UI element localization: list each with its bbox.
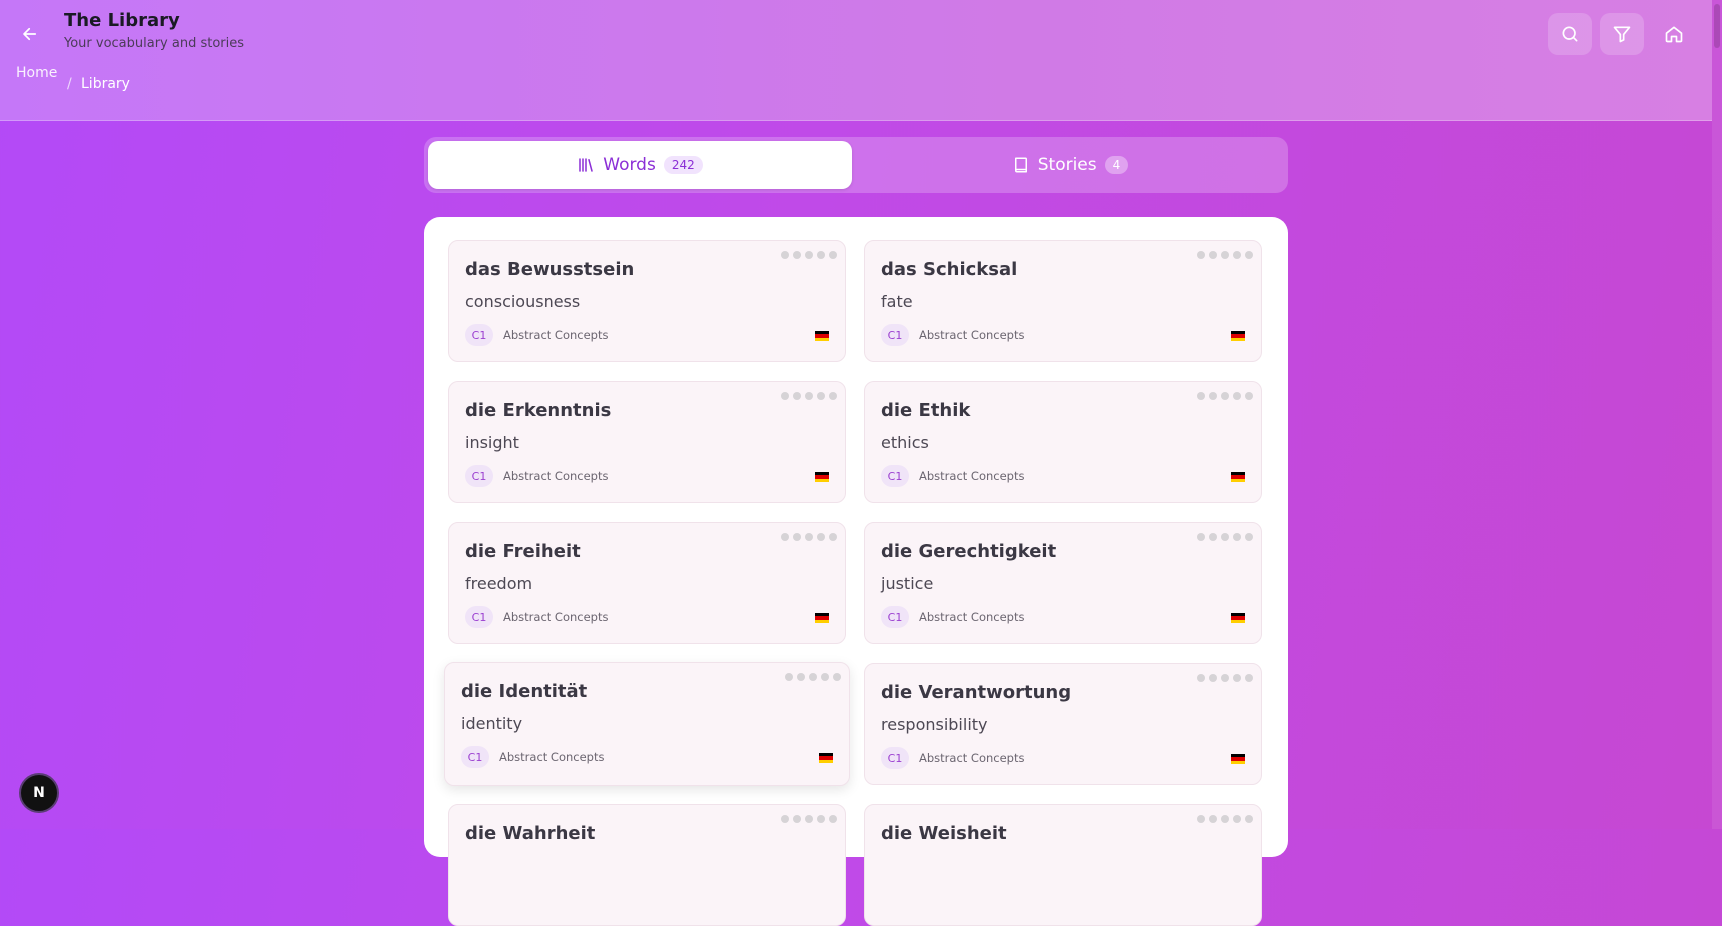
category-label: Abstract Concepts bbox=[919, 469, 1025, 483]
page-title: The Library bbox=[64, 10, 180, 31]
level-badge: C1 bbox=[881, 465, 909, 487]
mastery-dots bbox=[781, 251, 837, 259]
word-card[interactable]: die Ethik ethics C1 Abstract Concepts bbox=[864, 381, 1262, 503]
filter-icon bbox=[1613, 26, 1631, 43]
word-text: die Wahrheit bbox=[465, 823, 596, 844]
word-translation: identity bbox=[461, 714, 523, 733]
library-icon bbox=[579, 158, 594, 172]
word-text: das Bewusstsein bbox=[465, 259, 635, 280]
back-button[interactable] bbox=[16, 20, 44, 48]
category-label: Abstract Concepts bbox=[503, 328, 609, 342]
level-badge: C1 bbox=[465, 465, 493, 487]
tab-stories[interactable]: Stories 4 bbox=[856, 141, 1284, 189]
mastery-dots bbox=[781, 815, 837, 823]
category-label: Abstract Concepts bbox=[503, 469, 609, 483]
german-flag-icon bbox=[815, 331, 829, 341]
word-text: die Identität bbox=[461, 681, 588, 702]
word-translation: fate bbox=[881, 292, 913, 311]
category-label: Abstract Concepts bbox=[919, 610, 1025, 624]
word-translation: justice bbox=[881, 574, 934, 593]
stories-count-badge: 4 bbox=[1104, 156, 1129, 174]
category-label: Abstract Concepts bbox=[499, 750, 605, 764]
word-card[interactable]: die Gerechtigkeit justice C1 Abstract Co… bbox=[864, 522, 1262, 644]
word-text: das Schicksal bbox=[881, 259, 1018, 280]
german-flag-icon bbox=[1231, 754, 1245, 764]
mastery-dots bbox=[1197, 674, 1253, 682]
word-card[interactable]: das Bewusstsein consciousness C1 Abstrac… bbox=[448, 240, 846, 362]
category-label: Abstract Concepts bbox=[503, 610, 609, 624]
word-list-panel: das Bewusstsein consciousness C1 Abstrac… bbox=[424, 217, 1288, 926]
word-card[interactable]: die Verantwortung responsibility C1 Abst… bbox=[864, 663, 1262, 785]
word-card[interactable]: die Weisheit bbox=[864, 804, 1262, 926]
arrow-left-icon bbox=[23, 27, 37, 41]
german-flag-icon bbox=[1231, 613, 1245, 623]
tab-words[interactable]: Words 242 bbox=[428, 141, 852, 189]
mastery-dots bbox=[1197, 533, 1253, 541]
mastery-dots bbox=[781, 392, 837, 400]
home-button[interactable] bbox=[1652, 13, 1696, 55]
word-card[interactable]: das Schicksal fate C1 Abstract Concepts bbox=[864, 240, 1262, 362]
search-icon bbox=[1562, 26, 1578, 42]
word-card[interactable]: die Identität identity C1 Abstract Conce… bbox=[444, 662, 850, 786]
library-tabs: Words 242 Stories 4 bbox=[424, 137, 1288, 193]
category-label: Abstract Concepts bbox=[919, 328, 1025, 342]
word-text: die Erkenntnis bbox=[465, 400, 612, 421]
breadcrumb-separator: / bbox=[67, 76, 72, 92]
page-subtitle: Your vocabulary and stories bbox=[64, 36, 245, 51]
word-card[interactable]: die Wahrheit bbox=[448, 804, 846, 926]
mastery-dots bbox=[1197, 815, 1253, 823]
book-icon bbox=[1014, 157, 1027, 173]
mastery-dots bbox=[1197, 251, 1253, 259]
german-flag-icon bbox=[1231, 472, 1245, 482]
level-badge: C1 bbox=[881, 606, 909, 628]
breadcrumb-home[interactable]: Home bbox=[16, 65, 57, 81]
word-text: die Weisheit bbox=[881, 823, 1007, 844]
german-flag-icon bbox=[1231, 331, 1245, 341]
level-badge: C1 bbox=[465, 606, 493, 628]
german-flag-icon bbox=[815, 472, 829, 482]
scrollbar[interactable] bbox=[1712, 0, 1722, 829]
word-translation: ethics bbox=[881, 433, 929, 452]
german-flag-icon bbox=[815, 613, 829, 623]
mastery-dots bbox=[781, 533, 837, 541]
word-card[interactable]: die Erkenntnis insight C1 Abstract Conce… bbox=[448, 381, 846, 503]
category-label: Abstract Concepts bbox=[919, 751, 1025, 765]
level-badge: C1 bbox=[881, 747, 909, 769]
word-translation: consciousness bbox=[465, 292, 581, 311]
tab-words-label: Words bbox=[603, 155, 656, 175]
word-translation: responsibility bbox=[881, 715, 988, 734]
level-badge: C1 bbox=[465, 324, 493, 346]
german-flag-icon bbox=[819, 753, 833, 763]
home-icon bbox=[1665, 26, 1683, 43]
tab-stories-label: Stories bbox=[1037, 155, 1097, 175]
level-badge: C1 bbox=[461, 746, 489, 768]
words-count-badge: 242 bbox=[663, 156, 703, 174]
mastery-dots bbox=[785, 673, 841, 681]
word-text: die Verantwortung bbox=[881, 682, 1072, 703]
word-card[interactable]: die Freiheit freedom C1 Abstract Concept… bbox=[448, 522, 846, 644]
search-button[interactable] bbox=[1548, 13, 1592, 55]
word-translation: freedom bbox=[465, 574, 533, 593]
word-translation: insight bbox=[465, 433, 519, 452]
mastery-dots bbox=[1197, 392, 1253, 400]
scrollbar-thumb[interactable] bbox=[1714, 4, 1720, 48]
app-header: The Library Your vocabulary and stories … bbox=[0, 0, 1712, 121]
breadcrumb-current: Library bbox=[81, 76, 130, 92]
word-text: die Freiheit bbox=[465, 541, 581, 562]
word-text: die Gerechtigkeit bbox=[881, 541, 1057, 562]
level-badge: C1 bbox=[881, 324, 909, 346]
dev-tools-button[interactable]: N bbox=[19, 773, 59, 813]
word-text: die Ethik bbox=[881, 400, 971, 421]
filter-button[interactable] bbox=[1600, 13, 1644, 55]
